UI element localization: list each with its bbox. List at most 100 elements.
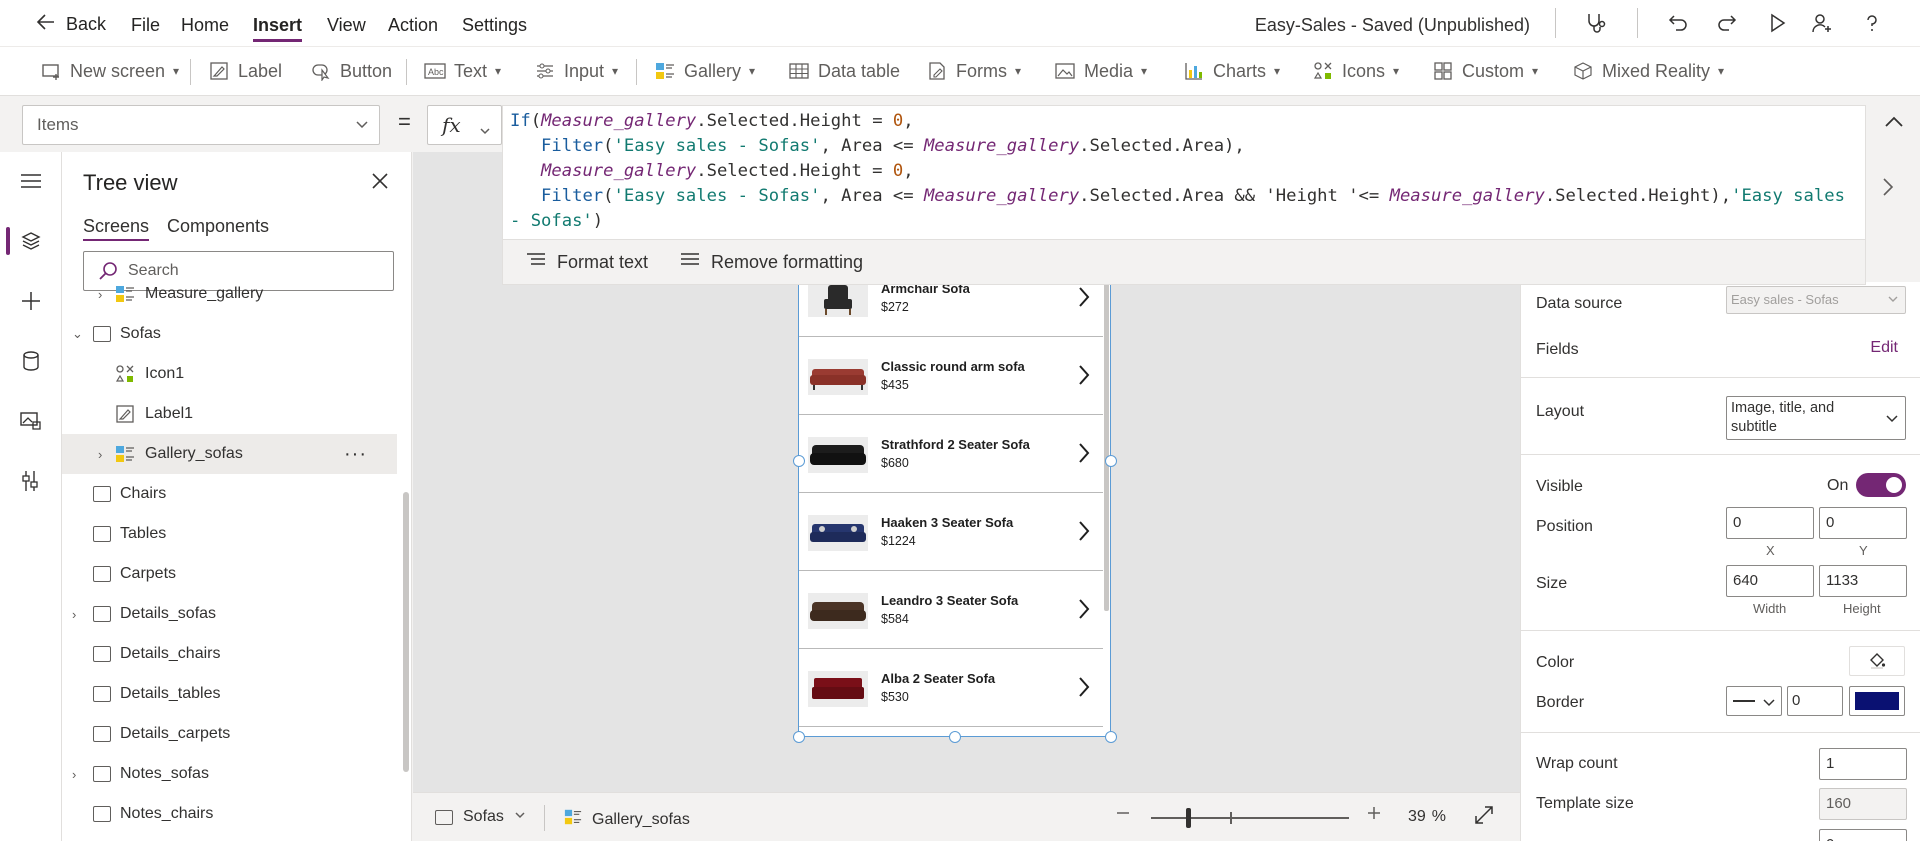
chevron-right-icon[interactable]: › bbox=[72, 607, 76, 622]
tree-scrollbar[interactable] bbox=[403, 492, 409, 772]
layout-dropdown[interactable]: Image, title, and subtitle bbox=[1726, 396, 1906, 440]
remove-formatting-button[interactable]: Remove formatting bbox=[679, 251, 863, 274]
resize-handle[interactable] bbox=[793, 731, 805, 743]
zoom-in-icon[interactable] bbox=[1366, 805, 1382, 821]
tab-screens[interactable]: Screens bbox=[83, 216, 150, 241]
format-text-button[interactable]: Format text bbox=[525, 251, 648, 274]
hamburger-menu-icon[interactable] bbox=[0, 161, 62, 201]
fit-to-window-icon[interactable] bbox=[1473, 804, 1495, 826]
menu-view[interactable]: View bbox=[327, 15, 366, 36]
width-input[interactable]: 640 bbox=[1726, 565, 1814, 597]
gallery-item[interactable]: Classic round arm sofa $435 bbox=[799, 337, 1103, 415]
gallery-item[interactable]: Alba 2 Seater Sofa $530 bbox=[799, 649, 1103, 727]
menu-file[interactable]: File bbox=[131, 15, 160, 36]
control-selector[interactable]: Gallery_sofas bbox=[564, 808, 690, 831]
icons-dropdown[interactable]: Icons ▾ bbox=[1312, 60, 1399, 82]
tree-item-gallery-sofas[interactable]: › Gallery_sofas ··· bbox=[62, 434, 397, 474]
chevron-down-icon[interactable]: ⌄ bbox=[72, 326, 83, 342]
chevron-right-icon[interactable] bbox=[1077, 519, 1091, 548]
gallery-sofas-control[interactable]: Armchair Sofa $272 Classic round arm sof… bbox=[798, 270, 1111, 737]
app-checker-stethoscope-icon[interactable] bbox=[1582, 9, 1610, 37]
gallery-dropdown[interactable]: Gallery ▾ bbox=[654, 60, 755, 82]
color-picker[interactable] bbox=[1849, 646, 1905, 676]
chevron-right-icon[interactable] bbox=[1077, 441, 1091, 470]
chevron-right-icon[interactable]: › bbox=[98, 447, 102, 462]
resize-handle[interactable] bbox=[949, 731, 961, 743]
screen-selector[interactable]: Sofas bbox=[435, 808, 526, 826]
tree-item-notes-sofas[interactable]: › Notes_sofas bbox=[62, 754, 397, 794]
play-preview-icon[interactable] bbox=[1763, 9, 1791, 37]
menu-home[interactable]: Home bbox=[181, 15, 229, 36]
input-dropdown[interactable]: Input ▾ bbox=[534, 60, 618, 82]
tree-item-carpets[interactable]: Carpets bbox=[62, 554, 397, 594]
fields-edit-link[interactable]: Edit bbox=[1870, 339, 1898, 357]
data-table-button[interactable]: Data table bbox=[788, 60, 900, 82]
gallery-item[interactable]: Strathford 2 Seater Sofa $680 bbox=[799, 415, 1103, 493]
button-button[interactable]: Button bbox=[310, 60, 392, 82]
border-style-dropdown[interactable] bbox=[1726, 686, 1782, 716]
text-dropdown[interactable]: Abc Text ▾ bbox=[424, 60, 501, 82]
gallery-item[interactable]: Leandro 3 Seater Sofa $584 bbox=[799, 571, 1103, 649]
border-color-picker[interactable] bbox=[1849, 686, 1905, 716]
gallery-item[interactable]: Haaken 3 Seater Sofa $1224 bbox=[799, 493, 1103, 571]
media-library-icon[interactable] bbox=[0, 401, 62, 441]
tree-item-sofas[interactable]: ⌄ Sofas bbox=[62, 314, 397, 354]
more-options-icon[interactable]: ··· bbox=[344, 443, 367, 466]
wrap-count-input[interactable]: 1 bbox=[1819, 748, 1907, 780]
resize-handle[interactable] bbox=[793, 455, 805, 467]
gallery-scrollbar[interactable] bbox=[1104, 271, 1109, 611]
zoom-slider[interactable] bbox=[1151, 817, 1349, 819]
position-x-input[interactable]: 0 bbox=[1726, 507, 1814, 539]
chevron-right-icon[interactable] bbox=[1077, 597, 1091, 626]
tree-item-details-chairs[interactable]: Details_chairs bbox=[62, 634, 397, 674]
menu-settings[interactable]: Settings bbox=[462, 15, 527, 36]
custom-dropdown[interactable]: Custom ▾ bbox=[1432, 60, 1538, 82]
fx-button[interactable]: fx bbox=[427, 105, 502, 145]
tree-item-chairs[interactable]: Chairs bbox=[62, 474, 397, 514]
position-y-input[interactable]: 0 bbox=[1819, 507, 1907, 539]
template-size-input[interactable]: 160 bbox=[1819, 788, 1907, 820]
mixed-reality-dropdown[interactable]: Mixed Reality ▾ bbox=[1572, 60, 1724, 82]
zoom-slider-thumb[interactable] bbox=[1186, 808, 1191, 828]
advanced-tools-icon[interactable] bbox=[0, 461, 62, 501]
new-screen-button[interactable]: New screen ▾ bbox=[40, 60, 179, 82]
charts-dropdown[interactable]: Charts ▾ bbox=[1183, 60, 1280, 82]
tree-item-measure-gallery[interactable]: › Measure_gallery bbox=[62, 274, 397, 314]
chevron-right-icon[interactable]: › bbox=[98, 287, 102, 302]
border-width-input[interactable]: 0 bbox=[1787, 686, 1843, 716]
tree-item-icon1[interactable]: Icon1 bbox=[62, 354, 397, 394]
share-user-icon[interactable] bbox=[1808, 9, 1836, 37]
template-padding-input[interactable]: 0 bbox=[1819, 829, 1907, 841]
forms-dropdown[interactable]: Forms ▾ bbox=[926, 60, 1021, 82]
tree-item-details-sofas[interactable]: › Details_sofas bbox=[62, 594, 397, 634]
data-source-dropdown[interactable]: Easy sales - Sofas bbox=[1726, 286, 1906, 314]
tree-item-notes-chairs[interactable]: Notes_chairs bbox=[62, 794, 397, 834]
media-dropdown[interactable]: Media ▾ bbox=[1054, 60, 1147, 82]
resize-handle[interactable] bbox=[1105, 455, 1117, 467]
chevron-right-icon[interactable] bbox=[1880, 176, 1896, 203]
resize-handle[interactable] bbox=[1105, 731, 1117, 743]
data-cylinder-icon[interactable] bbox=[0, 341, 62, 381]
insert-plus-icon[interactable] bbox=[0, 281, 62, 321]
visible-toggle[interactable] bbox=[1856, 473, 1906, 497]
collapse-formula-chevron-up-icon[interactable] bbox=[1882, 110, 1906, 139]
chevron-right-icon[interactable]: › bbox=[72, 767, 76, 782]
redo-icon[interactable] bbox=[1713, 9, 1741, 37]
formula-editor[interactable]: If(Measure_gallery.Selected.Height = 0, … bbox=[502, 105, 1866, 285]
tree-item-tables[interactable]: Tables bbox=[62, 514, 397, 554]
menu-insert[interactable]: Insert bbox=[253, 15, 303, 42]
close-icon[interactable] bbox=[371, 172, 389, 195]
chevron-right-icon[interactable] bbox=[1077, 675, 1091, 704]
help-icon[interactable] bbox=[1858, 9, 1886, 37]
tree-view-layers-icon[interactable] bbox=[0, 221, 62, 261]
tab-components[interactable]: Components bbox=[167, 216, 269, 237]
label-button[interactable]: Label bbox=[208, 60, 282, 82]
menu-action[interactable]: Action bbox=[388, 15, 438, 36]
undo-icon[interactable] bbox=[1664, 9, 1692, 37]
tree-item-label1[interactable]: Label1 bbox=[62, 394, 397, 434]
height-input[interactable]: 1133 bbox=[1819, 565, 1907, 597]
tree-item-details-carpets[interactable]: Details_carpets bbox=[62, 714, 397, 754]
chevron-right-icon[interactable] bbox=[1077, 285, 1091, 314]
tree-item-details-tables[interactable]: Details_tables bbox=[62, 674, 397, 714]
back-button[interactable]: Back bbox=[36, 12, 106, 37]
